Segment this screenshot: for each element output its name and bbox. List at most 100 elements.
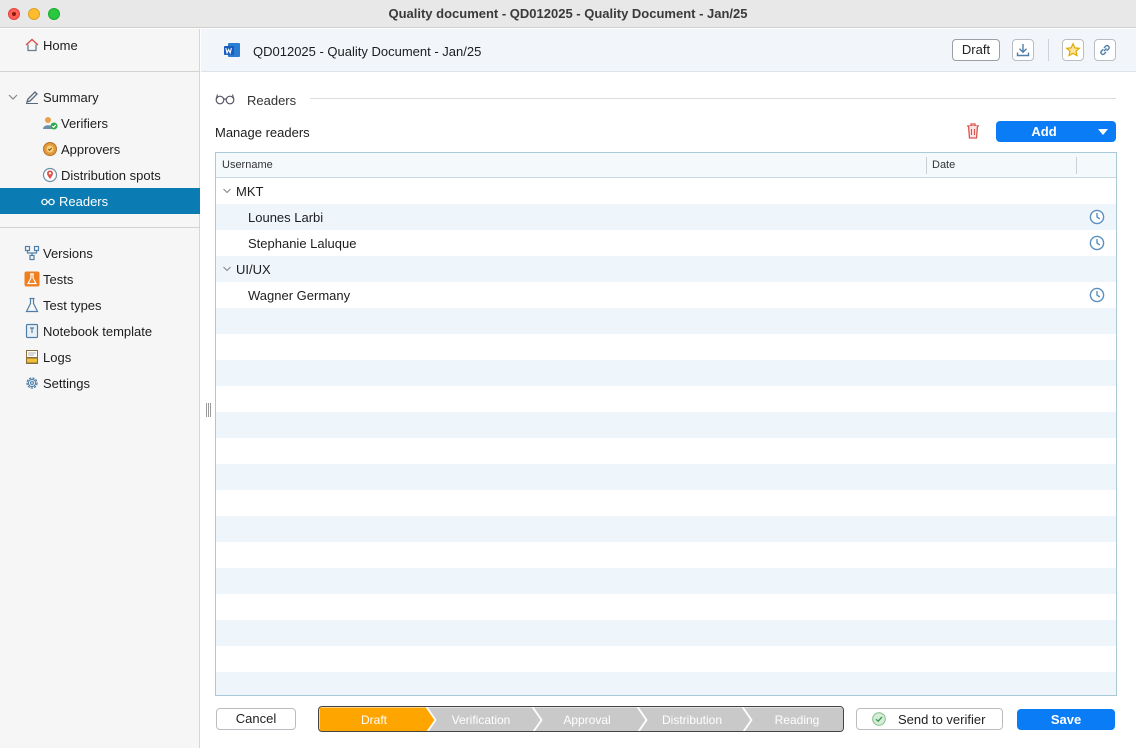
- empty-row: [216, 620, 1116, 646]
- sidebar-item-verifiers[interactable]: Verifiers: [42, 110, 108, 136]
- flask-icon: [24, 271, 40, 287]
- section-divider: [310, 98, 1116, 99]
- chevron-down-icon[interactable]: [1098, 129, 1108, 135]
- cancel-button[interactable]: Cancel: [216, 708, 296, 730]
- sidebar-item-readers[interactable]: Readers: [0, 188, 200, 214]
- empty-row: [216, 490, 1116, 516]
- sidebar-item-settings[interactable]: Settings: [24, 370, 90, 396]
- table-row[interactable]: Lounes Larbi: [216, 204, 1116, 230]
- glasses-icon: [40, 193, 56, 209]
- download-button[interactable]: [1012, 39, 1034, 61]
- sidebar-resize-handle[interactable]: [206, 403, 211, 417]
- check-circle-icon: [872, 712, 886, 726]
- sidebar-item-notebook-template[interactable]: Notebook template: [24, 318, 152, 344]
- sidebar-item-label: Tests: [43, 271, 74, 287]
- sidebar-item-label: Logs: [43, 349, 72, 365]
- sidebar-item-label: Verifiers: [61, 115, 108, 131]
- empty-row: [216, 646, 1116, 672]
- clock-icon[interactable]: [1089, 287, 1105, 303]
- column-divider[interactable]: [926, 157, 927, 174]
- empty-row: [216, 334, 1116, 360]
- sidebar-item-tests[interactable]: Tests: [24, 266, 73, 292]
- header-divider: [1048, 39, 1049, 61]
- document-header: QD012025 - Quality Document - Jan/25 Dra…: [201, 29, 1136, 72]
- step-verification: Verification: [451, 713, 511, 727]
- manage-readers-label: Manage readers: [215, 125, 310, 140]
- step-approval: Approval: [563, 713, 611, 727]
- step-draft: Draft: [360, 713, 387, 727]
- step-distribution: Distribution: [661, 713, 723, 727]
- title-bar: Quality document - QD012025 - Quality Do…: [0, 0, 1136, 28]
- empty-row: [216, 360, 1116, 386]
- sidebar-item-label: Notebook template: [43, 323, 153, 339]
- status-badge[interactable]: Draft: [952, 39, 1000, 61]
- approval-seal-icon: [42, 141, 58, 157]
- chevron-down-icon[interactable]: [8, 92, 18, 102]
- reader-username: Wagner Germany: [248, 288, 351, 303]
- glasses-icon: [215, 94, 235, 105]
- sidebar-item-approvers[interactable]: Approvers: [42, 136, 120, 162]
- sidebar-divider: [0, 71, 200, 72]
- sidebar-item-test-types[interactable]: Test types: [24, 292, 102, 318]
- document-title: QD012025 - Quality Document - Jan/25: [253, 44, 482, 59]
- sidebar-item-label: Home: [43, 37, 78, 53]
- clock-icon[interactable]: [1089, 209, 1105, 225]
- sidebar-item-logs[interactable]: Logs: [24, 344, 71, 370]
- sidebar-item-label: Readers: [59, 193, 109, 209]
- sidebar-item-label: Settings: [43, 375, 90, 391]
- send-button-label: Send to verifier: [898, 712, 986, 727]
- versions-branch-icon: [24, 245, 40, 261]
- notebook-icon: [24, 323, 40, 339]
- group-row-mkt[interactable]: MKT: [216, 178, 1116, 204]
- copy-link-button[interactable]: [1094, 39, 1116, 61]
- save-button[interactable]: Save: [1017, 709, 1115, 730]
- workflow-stepper: Draft Verification Approval Distribution…: [318, 706, 844, 732]
- empty-row: [216, 308, 1116, 334]
- empty-row: [216, 516, 1116, 542]
- log-file-icon: [24, 349, 40, 365]
- word-document-icon: [224, 43, 240, 57]
- readers-table: Username Date MKT Lounes Larbi Stephanie…: [215, 152, 1117, 696]
- send-to-verifier-button[interactable]: Send to verifier: [856, 708, 1003, 730]
- download-icon: [1016, 44, 1030, 57]
- group-name: UI/UX: [236, 262, 271, 277]
- table-row[interactable]: Stephanie Laluque: [216, 230, 1116, 256]
- delete-reader-button[interactable]: [962, 121, 984, 141]
- reader-username: Stephanie Laluque: [248, 236, 357, 251]
- sidebar-item-label: Distribution spots: [61, 167, 161, 183]
- trash-icon: [967, 123, 979, 139]
- add-reader-button[interactable]: Add: [996, 121, 1116, 142]
- empty-row: [216, 386, 1116, 412]
- home-icon: [24, 37, 40, 53]
- empty-row: [216, 672, 1116, 695]
- flask-outline-icon: [24, 297, 40, 313]
- window-title: Quality document - QD012025 - Quality Do…: [388, 6, 748, 21]
- chevron-down-icon[interactable]: [223, 188, 231, 194]
- empty-row: [216, 568, 1116, 594]
- readers-section-header: Readers: [215, 90, 1116, 110]
- favorite-button[interactable]: [1062, 39, 1084, 61]
- empty-row: [216, 438, 1116, 464]
- sidebar-item-versions[interactable]: Versions: [24, 240, 93, 266]
- sidebar-item-distribution-spots[interactable]: Distribution spots: [42, 162, 161, 188]
- sidebar-item-label: Test types: [43, 297, 102, 313]
- column-header-username[interactable]: Username: [222, 159, 273, 171]
- clock-icon[interactable]: [1089, 235, 1105, 251]
- sidebar-item-label: Versions: [43, 245, 93, 261]
- pencil-icon: [24, 89, 40, 105]
- sidebar-item-label: Summary: [43, 89, 99, 105]
- group-name: MKT: [236, 184, 264, 199]
- chevron-down-icon[interactable]: [223, 266, 231, 272]
- group-row-ui-ux[interactable]: UI/UX: [216, 256, 1116, 282]
- sidebar-item-home[interactable]: Home: [24, 32, 78, 58]
- verifier-user-icon: [42, 115, 58, 131]
- section-title: Readers: [247, 93, 297, 108]
- column-divider[interactable]: [1076, 157, 1077, 174]
- link-icon: [1100, 44, 1110, 56]
- gear-icon: [24, 375, 40, 391]
- step-reading: Reading: [774, 713, 820, 727]
- table-header: Username Date: [216, 153, 1116, 178]
- sidebar-item-summary[interactable]: Summary: [24, 84, 99, 110]
- table-row[interactable]: Wagner Germany: [216, 282, 1116, 308]
- column-header-date[interactable]: Date: [932, 159, 955, 171]
